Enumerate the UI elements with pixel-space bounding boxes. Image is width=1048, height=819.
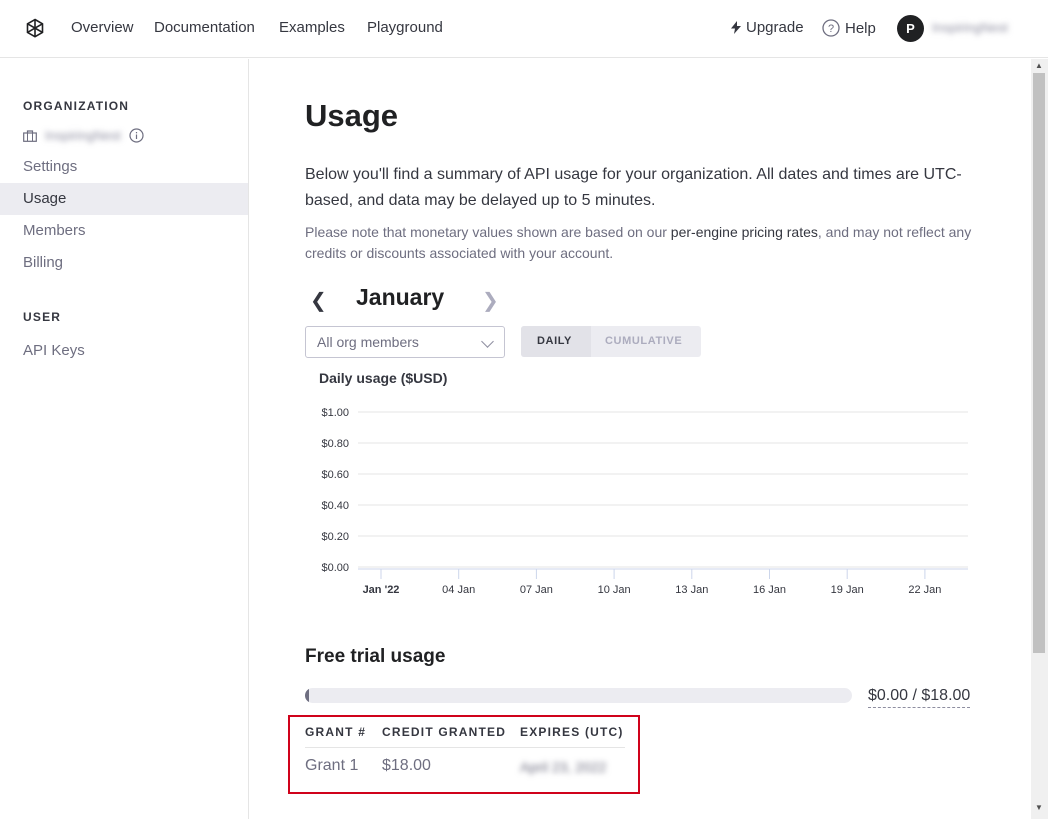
nav-playground[interactable]: Playground [367, 19, 443, 36]
daily-usage-chart: $1.00 $0.80 $0.60 $0.40 $0.20 $0.00 Jan '22 04 … [321, 407, 968, 596]
help-label: Help [845, 19, 876, 37]
chevron-down-icon [481, 335, 494, 348]
table-divider [305, 747, 625, 748]
pricing-note: Please note that monetary values shown a… [305, 222, 975, 264]
x-tick-label: 22 Jan [908, 584, 941, 596]
column-header-credit: CREDIT GRANTED [382, 725, 507, 739]
x-tick-label: 16 Jan [753, 584, 786, 596]
sidebar-item-settings[interactable]: Settings [0, 151, 248, 183]
user-heading: USER [23, 310, 62, 324]
x-tick-label: 19 Jan [831, 584, 864, 596]
openai-logo-icon[interactable] [22, 16, 48, 42]
y-tick-label: $0.20 [321, 531, 349, 543]
briefcase-icon [23, 129, 37, 142]
x-tick-label: 10 Jan [598, 584, 631, 596]
month-title: January [356, 284, 445, 310]
x-tick-label: Jan '22 [363, 584, 400, 596]
free-trial-title: Free trial usage [305, 646, 446, 667]
sidebar: ORGANIZATION InspiringNest Settings Usag… [0, 59, 249, 819]
lightning-icon [731, 21, 741, 34]
y-tick-label: $1.00 [321, 407, 349, 419]
avatar[interactable]: P [897, 15, 924, 42]
credit-cell: $18.00 [382, 757, 431, 774]
upgrade-button[interactable]: Upgrade [731, 19, 804, 36]
svg-text:?: ? [828, 23, 834, 35]
info-icon[interactable] [129, 128, 144, 143]
column-header-expires: EXPIRES (UTC) [520, 725, 624, 739]
column-header-grant: GRANT # [305, 725, 367, 739]
nav-examples[interactable]: Examples [279, 19, 345, 36]
page-scrollbar[interactable]: ▲ ▼ [1031, 59, 1048, 819]
daily-toggle[interactable]: DAILY [521, 326, 591, 357]
member-filter-select[interactable]: All org members [305, 326, 505, 358]
x-tick-label: 04 Jan [442, 584, 475, 596]
help-button[interactable]: ? Help [822, 19, 876, 37]
org-row: InspiringNest [23, 128, 144, 143]
scroll-down-arrow[interactable]: ▼ [1035, 803, 1043, 812]
progress-fill [305, 688, 309, 703]
sidebar-item-usage[interactable]: Usage [0, 183, 248, 215]
sidebar-item-api-keys[interactable]: API Keys [0, 335, 248, 367]
cumulative-toggle[interactable]: CUMULATIVE [591, 326, 682, 357]
username[interactable]: InspiringNest [932, 20, 1008, 35]
expires-cell: April 23, 2022 [520, 759, 607, 775]
usage-mode-toggle: DAILY CUMULATIVE [521, 326, 701, 357]
y-tick-label: $0.80 [321, 438, 349, 450]
sidebar-item-members[interactable]: Members [0, 215, 248, 247]
pricing-link[interactable]: per-engine pricing rates [671, 224, 818, 240]
y-tick-label: $0.40 [321, 500, 349, 512]
org-heading: ORGANIZATION [23, 99, 130, 113]
y-tick-label: $0.60 [321, 469, 349, 481]
scroll-thumb[interactable] [1033, 73, 1045, 653]
chart-title: Daily usage ($USD) [319, 370, 448, 386]
x-tick-label: 13 Jan [675, 584, 708, 596]
intro-text: Below you'll find a summary of API usage… [305, 166, 962, 209]
help-icon: ? [822, 19, 840, 37]
next-month-button[interactable]: ❯ [482, 288, 499, 313]
nav-overview[interactable]: Overview [71, 19, 134, 36]
prev-month-button[interactable]: ❮ [310, 288, 327, 313]
free-trial-progress-bar [305, 688, 852, 703]
member-filter-value: All org members [317, 334, 419, 350]
page-title: Usage [305, 98, 399, 133]
nav-documentation[interactable]: Documentation [154, 19, 255, 36]
note-prefix: Please note that monetary values shown a… [305, 224, 671, 240]
grant-cell: Grant 1 [305, 757, 359, 774]
org-name: InspiringNest [45, 128, 121, 143]
scroll-up-arrow[interactable]: ▲ [1035, 61, 1043, 70]
x-tick-label: 07 Jan [520, 584, 553, 596]
top-navigation: Overview Documentation Examples Playgrou… [0, 0, 1048, 58]
upgrade-label: Upgrade [746, 19, 804, 36]
y-tick-label: $0.00 [321, 562, 349, 574]
free-trial-amount[interactable]: $0.00 / $18.00 [868, 687, 971, 708]
sidebar-item-billing[interactable]: Billing [0, 247, 248, 279]
